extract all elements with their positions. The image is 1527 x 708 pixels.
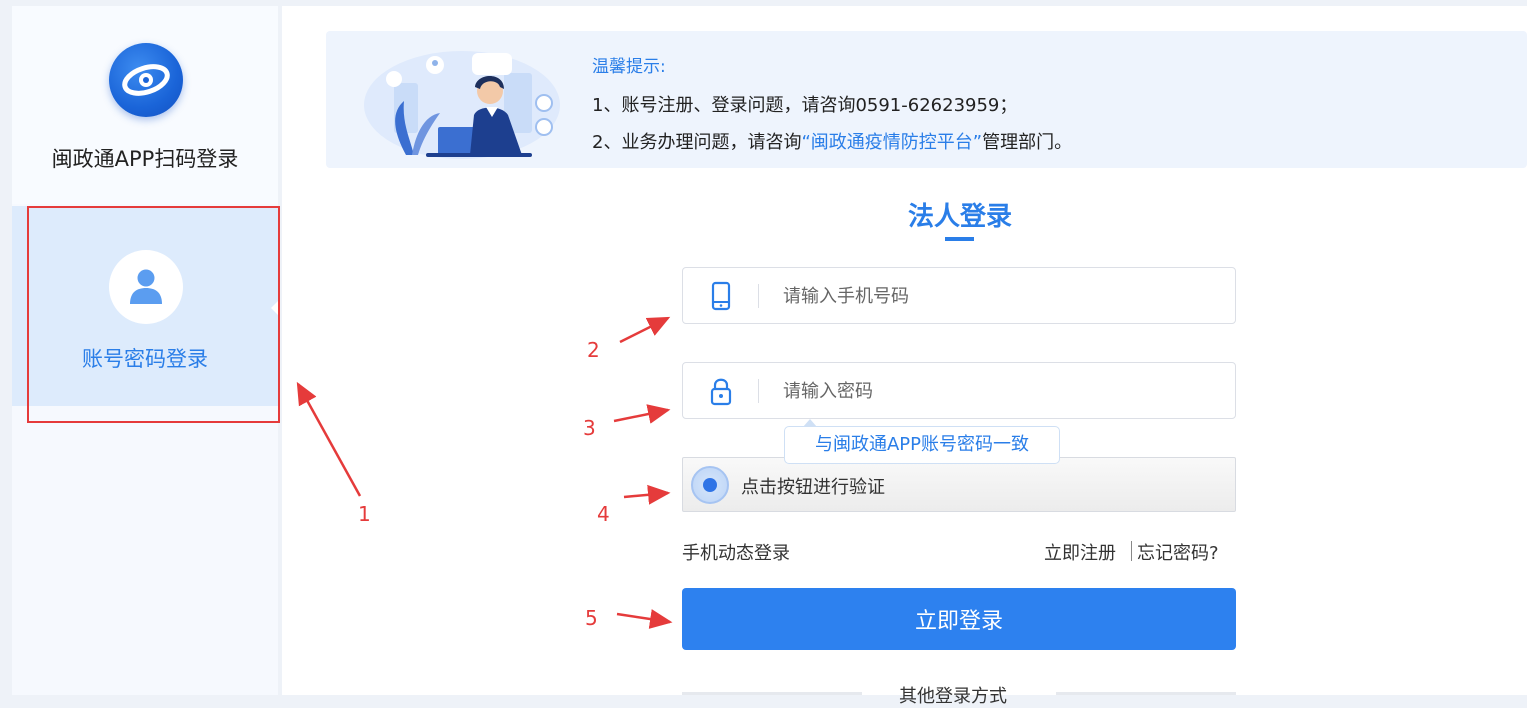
password-field-separator [758,379,759,403]
phone-field[interactable] [682,267,1236,324]
annotation-label-3: 3 [583,416,596,440]
notice-line-2-suffix: 管理部门。 [982,132,1073,153]
notice-banner: 温馨提示: 1、账号注册、登录问题，请咨询0591-62623959； 2、业务… [326,31,1527,168]
password-field[interactable] [682,362,1236,419]
minzhengtong-logo-icon [109,43,183,117]
sms-login-link[interactable]: 手机动态登录 [682,539,790,565]
lock-icon [710,378,732,406]
notice-line-1: 1、账号注册、登录问题，请咨询0591-62623959； [592,95,1018,116]
notice-title: 温馨提示: [592,57,666,77]
phone-field-separator [758,284,759,308]
other-login-methods-label: 其他登录方式 [899,686,1007,707]
annotation-label-2: 2 [587,338,600,362]
phone-input[interactable] [783,280,1213,312]
verify-label: 点击按钮进行验证 [741,477,885,498]
tab-qr-login[interactable]: 闽政通APP扫码登录 [12,6,278,204]
captcha-verify-button[interactable]: 点击按钮进行验证 [682,457,1236,512]
form-links: 手机动态登录 立即注册 忘记密码? [682,539,1236,565]
login-panel: 温馨提示: 1、账号注册、登录问题，请咨询0591-62623959； 2、业务… [282,6,1527,707]
annotation-label-1: 1 [358,502,371,526]
annotation-label-4: 4 [597,502,610,526]
password-tooltip: 与闽政通APP账号密码一致 [784,419,1060,464]
form-title: 法人登录 [907,202,1012,232]
annotation-highlight-box [27,206,280,423]
customer-service-illustration [364,51,560,159]
tab-qr-login-label: 闽政通APP扫码登录 [51,147,239,171]
notice-line-2-prefix: 2、业务办理问题，请咨询 [592,132,802,153]
password-input[interactable] [783,375,1213,407]
register-link[interactable]: 立即注册 [1044,539,1116,565]
annotation-label-5: 5 [585,606,598,630]
mobile-phone-icon [711,281,731,311]
form-title-underline [945,237,974,241]
notice-line-2: 2、业务办理问题，请咨询“闽政通疫情防控平台”管理部门。 [592,128,1072,154]
platform-name-link: “闽政通疫情防控平台” [801,132,983,153]
forgot-password-link[interactable]: 忘记密码? [1137,539,1219,565]
login-button[interactable]: 立即登录 [682,588,1236,650]
link-divider [1131,541,1132,561]
verify-radio-icon [691,466,729,504]
